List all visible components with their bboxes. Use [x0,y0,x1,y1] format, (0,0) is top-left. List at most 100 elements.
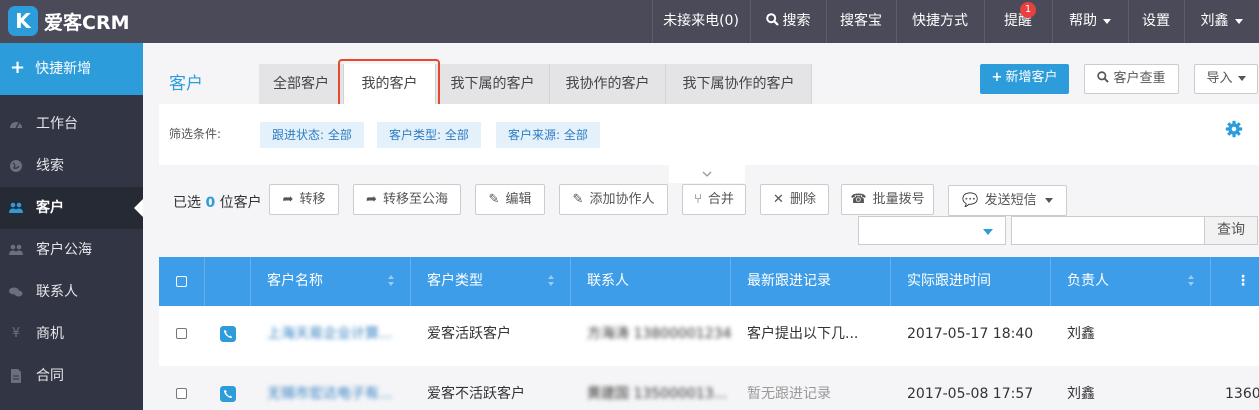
tab-subordinate-collab-customers[interactable]: 我下属协作的客户 [666,64,812,104]
sidebar-item-leads[interactable]: 线索 [0,145,143,187]
plus-icon: + [10,57,26,78]
gear-icon[interactable] [1225,120,1243,138]
edit-label: 编辑 [505,192,532,207]
tab-subordinate-customers[interactable]: 我下属的客户 [436,64,550,104]
chevron-down-icon [1044,198,1053,203]
sidebar-item-customer-pool[interactable]: 客户公海 [0,229,143,271]
selected-number: 0 [205,195,216,211]
top-navbar: K 爱客CRM 未接来电(0) 搜索 搜客宝 快捷方式 提醒 1 帮助 设置 刘… [0,0,1259,43]
table-row[interactable]: 无锡市宏达电子有... 爱客不活跃客户 黄建国 135000013... 暂无跟… [159,366,1259,410]
sidebar-item-label: 工作台 [36,116,78,132]
sidebar-item-contracts[interactable]: 合同 [0,355,143,397]
query-button[interactable]: 查询 [1204,216,1258,245]
quick-add-button[interactable]: + 快捷新增 [0,43,143,95]
sort-icon[interactable] [1188,275,1194,287]
delete-button[interactable]: ✕ 删除 [760,184,829,215]
tab-collaborating-customers[interactable]: 我协作的客户 [550,64,666,104]
sidebar-item-customers[interactable]: 客户 [0,187,143,229]
add-collaborator-button[interactable]: ✎ 添加协作人 [559,184,668,215]
table-header: 客户名称 客户类型 联系人 最新跟进记录 实际跟进时间 负责人 ⋮ [159,257,1259,306]
table-row[interactable]: 上海天易企业计算... 爱客活跃客户 方海涛 13800001234... 客户… [159,306,1259,366]
search-link[interactable]: 搜索 [750,0,826,43]
phone-icon[interactable] [220,386,236,402]
column-label: 最新跟进记录 [747,273,831,289]
help-label: 帮助 [1069,13,1097,29]
selected-suffix: 位客户 [219,195,262,211]
quick-add-label: 快捷新增 [35,61,92,77]
phone-number: 1360 [1225,386,1259,402]
phone-icon[interactable] [220,326,236,342]
customer-type: 爱客不活跃客户 [427,386,525,402]
sidebar-item-contacts[interactable]: 联系人 [0,271,143,313]
app-name: 爱客CRM [44,11,130,34]
merge-label: 合并 [707,192,734,207]
phone-icon: ☎ [850,192,867,207]
sidebar-item-workbench[interactable]: 工作台 [0,103,143,145]
selected-prefix: 已选 [173,195,201,211]
soukebao-link[interactable]: 搜客宝 [826,0,896,43]
transfer-to-pool-button[interactable]: ➦ 转移至公海 [353,184,461,215]
user-name: 刘鑫 [1200,13,1229,29]
share-icon: ➦ [366,192,377,207]
filter-chip-customer-source[interactable]: 客户来源: 全部 [496,122,600,148]
select-all-checkbox[interactable] [176,276,187,287]
shortcuts-link[interactable]: 快捷方式 [896,0,984,43]
more-vertical-icon[interactable]: ⋮ [1236,257,1250,306]
filter-chip-customer-type[interactable]: 客户类型: 全部 [377,122,481,148]
check-duplicate-button[interactable]: 客户查重 [1084,64,1179,94]
sidebar-item-label: 线索 [36,158,64,174]
search-input[interactable] [1011,216,1205,245]
users-icon [9,244,23,255]
shortcuts-label: 快捷方式 [912,13,968,29]
batch-dial-button[interactable]: ☎ 批量拨号 [841,184,934,215]
header-followup-time[interactable]: 实际跟进时间 [891,257,1051,306]
header-select-all[interactable] [159,257,205,306]
settings-link[interactable]: 设置 [1128,0,1184,43]
reminders-badge: 1 [1020,2,1036,18]
help-menu[interactable]: 帮助 [1052,0,1128,43]
reminders-link[interactable]: 提醒 1 [984,0,1052,43]
merge-button[interactable]: ⑂ 合并 [682,184,746,215]
add-customer-button[interactable]: + 新增客户 [980,64,1069,94]
header-latest-followup[interactable]: 最新跟进记录 [731,257,891,306]
header-customer-name[interactable]: 客户名称 [251,257,411,306]
header-contact[interactable]: 联系人 [571,257,731,306]
tab-all-customers[interactable]: 全部客户 [259,64,344,104]
header-more-columns[interactable]: ⋮ [1211,257,1259,306]
settings-label: 设置 [1142,13,1170,29]
edit-button[interactable]: ✎ 编辑 [475,184,545,215]
chevron-down-icon [1234,18,1243,24]
app-logo[interactable]: K 爱客CRM [8,5,129,37]
owner: 刘鑫 [1067,326,1095,342]
import-label: 导入 [1206,71,1233,86]
collapse-filter-toggle[interactable] [669,165,745,183]
customer-name-link[interactable]: 无锡市宏达电子有... [251,366,411,410]
sidebar: + 快捷新增 工作台 线索 客户 客户公海 联系人 ¥ 商机 合同 [0,43,143,410]
logo-mark: K [8,6,38,36]
filter-field-select[interactable] [858,216,1006,245]
sort-icon[interactable] [388,275,394,287]
transfer-button[interactable]: ➦ 转移 [269,184,339,215]
missed-calls-link[interactable]: 未接来电(0) [652,0,750,43]
latest-followup: 暂无跟进记录 [747,386,831,402]
sidebar-item-opportunities[interactable]: ¥ 商机 [0,313,143,355]
import-dropdown[interactable]: 导入 [1194,64,1258,94]
add-customer-label: 新增客户 [1005,70,1058,85]
dashboard-icon [10,122,22,129]
transfer-label: 转移 [299,192,326,207]
customer-table: 客户名称 客户类型 联系人 最新跟进记录 实际跟进时间 负责人 ⋮ 上海天易企业… [159,257,1259,410]
search-icon [1097,71,1110,83]
customer-name-link[interactable]: 上海天易企业计算... [251,306,411,366]
send-sms-dropdown[interactable]: 💬 发送短信 [948,185,1067,216]
filter-chip-follow-status[interactable]: 跟进状态: 全部 [260,122,364,148]
filter-label: 筛选条件: [169,127,222,141]
header-customer-type[interactable]: 客户类型 [411,257,571,306]
row-checkbox[interactable] [176,328,187,339]
chat-icon [9,287,23,297]
header-owner[interactable]: 负责人 [1051,257,1211,306]
contact: 黄建国 135000013... [587,386,727,402]
comment-icon: 💬 [962,193,979,208]
user-menu[interactable]: 刘鑫 [1184,0,1259,43]
row-checkbox[interactable] [176,388,187,399]
sort-icon[interactable] [548,275,554,287]
